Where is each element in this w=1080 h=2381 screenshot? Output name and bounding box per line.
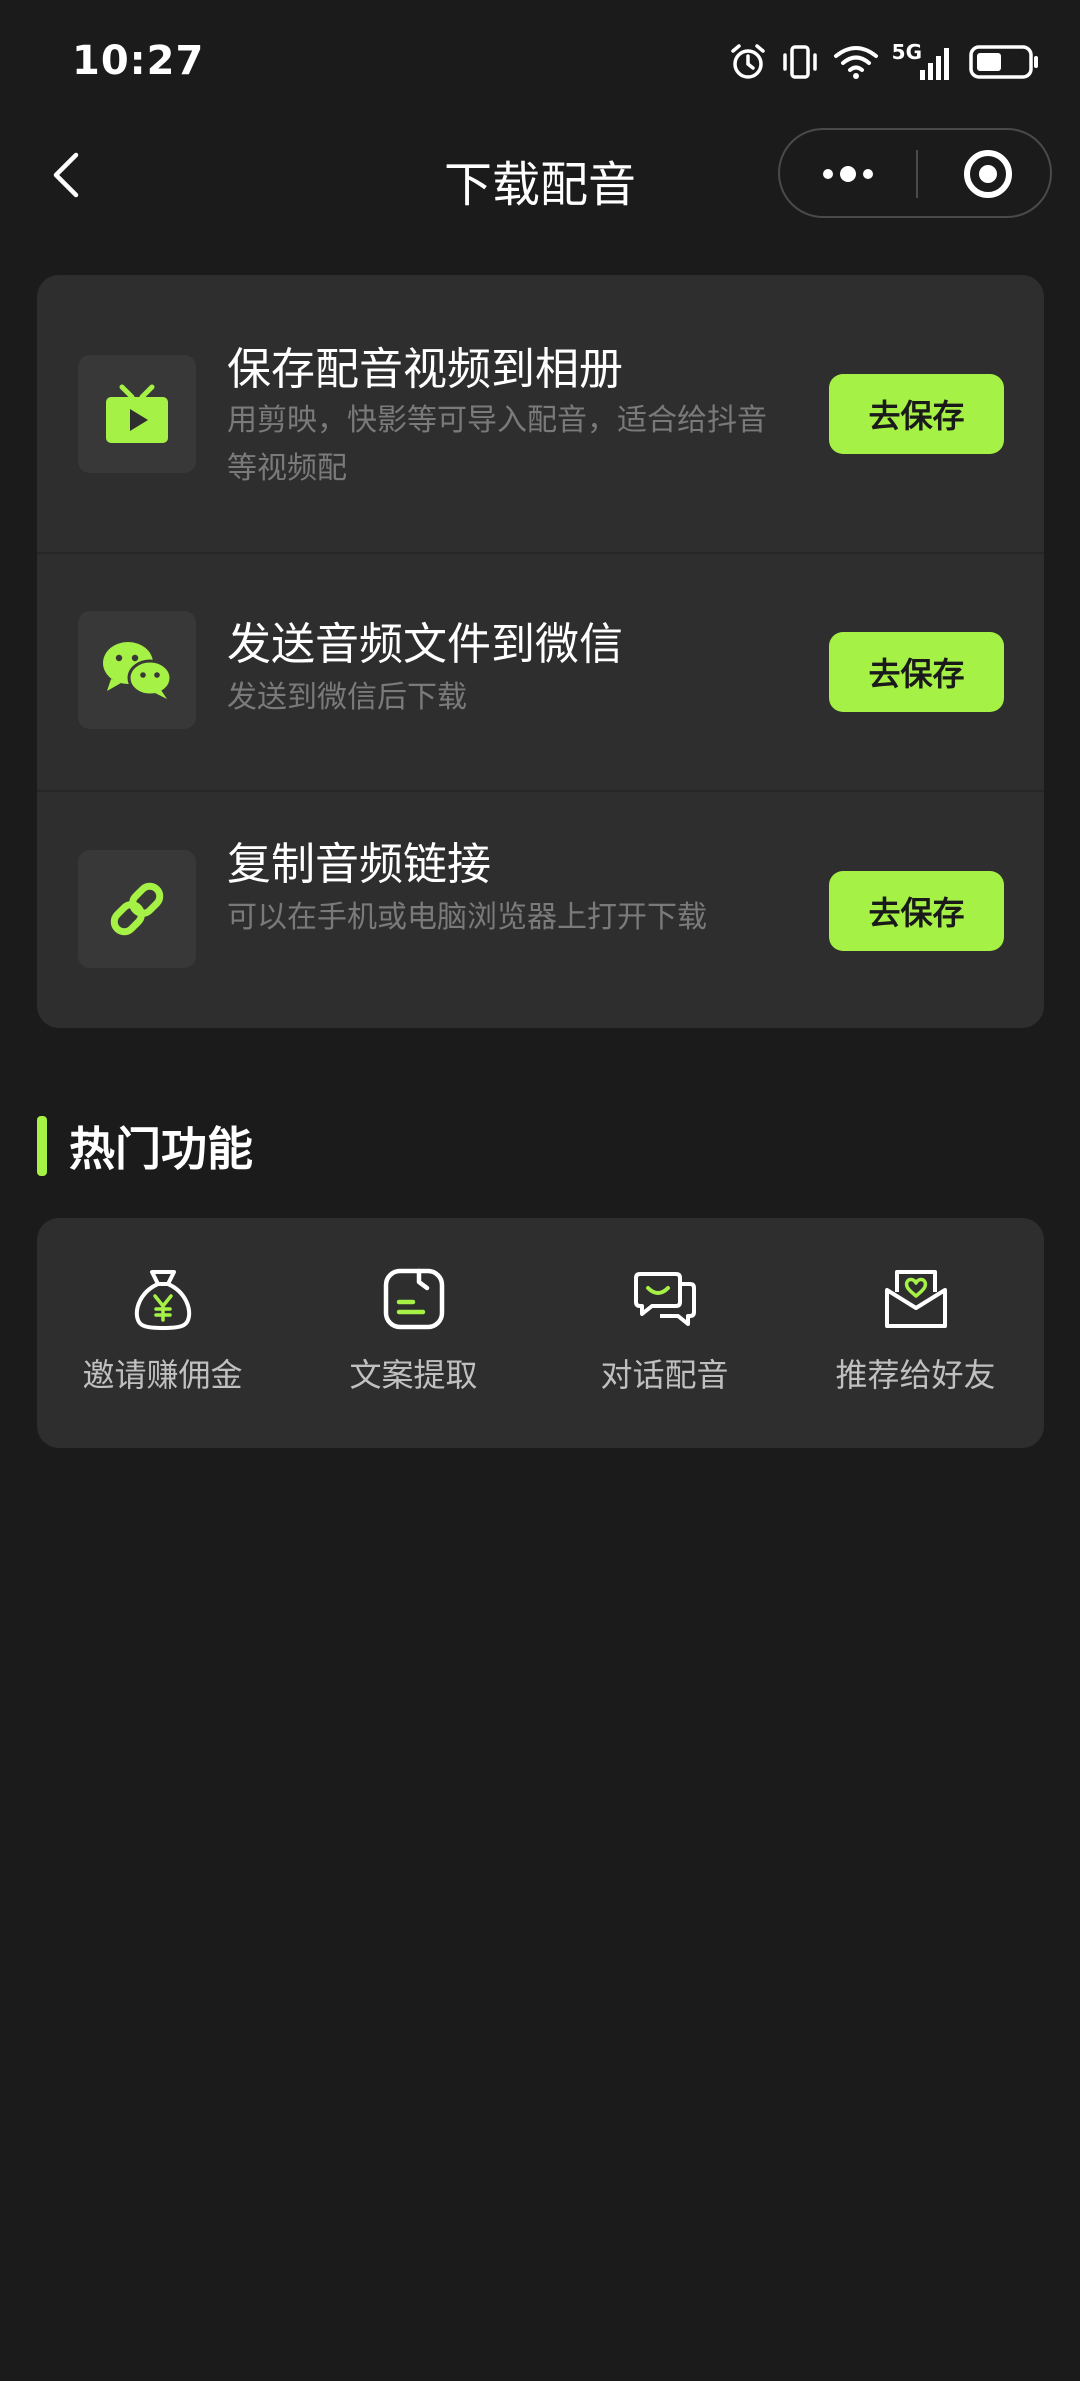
option-title: 复制音频链接 bbox=[227, 839, 491, 890]
status-icons: 5G bbox=[728, 40, 1040, 84]
option-description: 发送到微信后下载 bbox=[227, 680, 467, 715]
more-dots-icon bbox=[823, 166, 873, 182]
money-bag-icon bbox=[134, 1270, 191, 1330]
feature-invite[interactable]: 邀请赚佣金 bbox=[37, 1266, 288, 1396]
section-accent-bar bbox=[37, 1116, 47, 1176]
alarm-icon bbox=[728, 40, 768, 84]
network-type: 5G bbox=[891, 40, 922, 64]
feature-dialogue-dubbing[interactable]: 对话配音 bbox=[539, 1266, 790, 1396]
option-title: 保存配音视频到相册 bbox=[227, 344, 623, 395]
feature-label: 邀请赚佣金 bbox=[82, 1356, 243, 1394]
option-icon-box bbox=[78, 611, 196, 729]
nav-bar: 下载配音 bbox=[0, 125, 1080, 225]
option-description: 可以在手机或电脑浏览器上打开下载 bbox=[227, 900, 707, 935]
tv-play-icon bbox=[106, 384, 168, 443]
option-icon-box bbox=[78, 355, 196, 473]
feature-label: 对话配音 bbox=[600, 1356, 729, 1394]
hot-features-heading: 热门功能 bbox=[37, 1115, 253, 1177]
option-save-video: 保存配音视频到相册 用剪映，快影等可导入配音，适合给抖音等视频配 去保存 bbox=[37, 275, 1044, 553]
close-button[interactable] bbox=[962, 148, 1014, 200]
copy-link-button[interactable]: 去保存 bbox=[829, 871, 1004, 951]
status-time: 10:27 bbox=[72, 38, 205, 84]
section-title: 热门功能 bbox=[69, 1122, 253, 1176]
wechat-icon bbox=[103, 642, 173, 699]
status-bar: 10:27 5G bbox=[0, 0, 1080, 120]
wifi-icon bbox=[832, 40, 880, 84]
option-send-wechat: 发送音频文件到微信 发送到微信后下载 去保存 bbox=[37, 554, 1044, 790]
option-icon-box bbox=[78, 850, 196, 968]
feature-label: 文案提取 bbox=[349, 1356, 478, 1394]
mini-program-capsule bbox=[778, 128, 1052, 218]
option-description: 用剪映，快影等可导入配音，适合给抖音等视频配 bbox=[227, 403, 767, 486]
link-icon bbox=[110, 882, 164, 936]
option-title: 发送音频文件到微信 bbox=[227, 619, 623, 670]
save-video-button[interactable]: 去保存 bbox=[829, 374, 1004, 454]
text-extract-icon bbox=[383, 1268, 444, 1330]
signal-icon: 5G bbox=[892, 40, 956, 84]
target-circle-icon bbox=[964, 150, 1012, 198]
battery-icon bbox=[968, 40, 1040, 84]
feature-label: 推荐给好友 bbox=[835, 1356, 996, 1394]
capsule-divider bbox=[916, 150, 918, 198]
chat-bubbles-icon bbox=[633, 1272, 696, 1326]
hot-features-card: 邀请赚佣金 文案提取 对话配音 推荐给好友 bbox=[37, 1218, 1044, 1448]
feature-recommend-friend[interactable]: 推荐给好友 bbox=[790, 1266, 1041, 1396]
feature-text-extract[interactable]: 文案提取 bbox=[288, 1266, 539, 1396]
send-wechat-button[interactable]: 去保存 bbox=[829, 632, 1004, 712]
download-options-card: 保存配音视频到相册 用剪映，快影等可导入配音，适合给抖音等视频配 去保存 发送音… bbox=[37, 275, 1044, 1028]
option-copy-link: 复制音频链接 可以在手机或电脑浏览器上打开下载 去保存 bbox=[37, 792, 1044, 1028]
heart-envelope-icon bbox=[884, 1270, 947, 1328]
more-button[interactable] bbox=[820, 154, 876, 194]
vibrate-icon bbox=[780, 40, 820, 84]
